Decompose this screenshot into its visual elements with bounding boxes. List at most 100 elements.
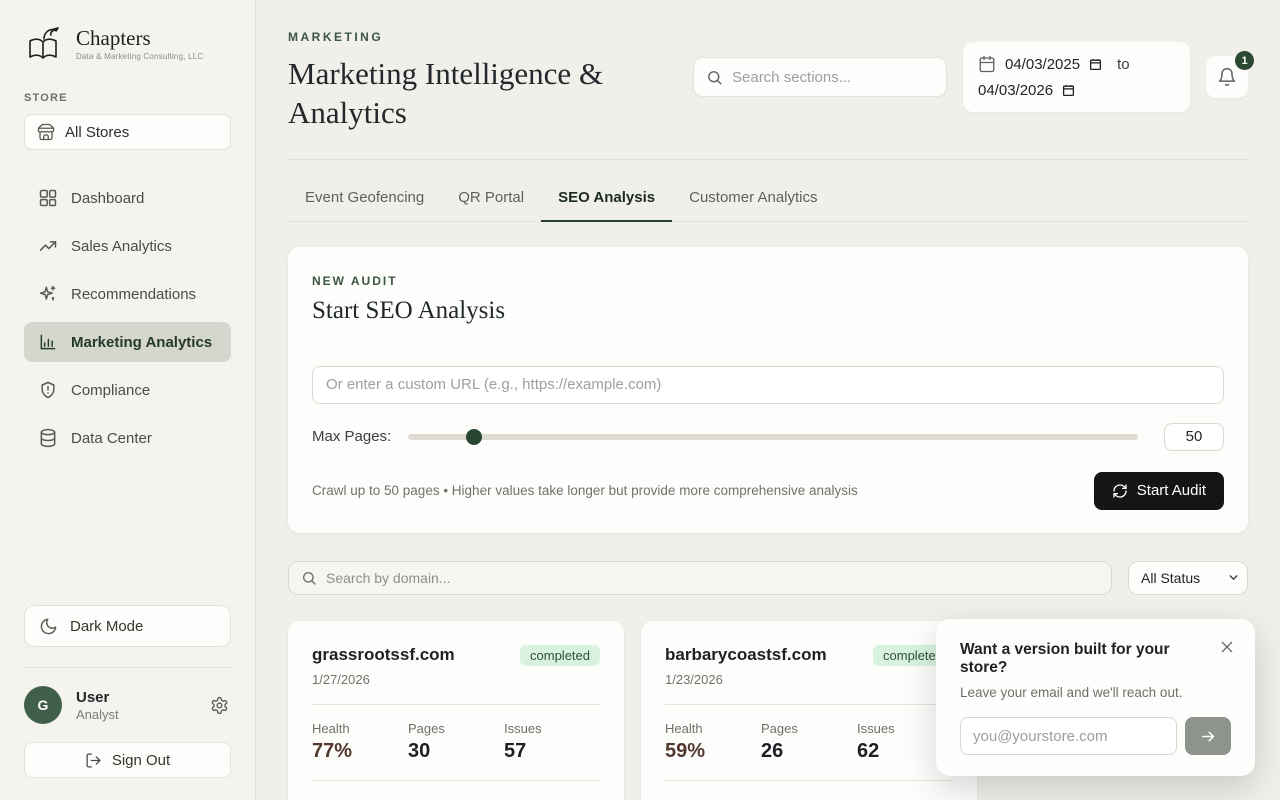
store-selector-label: All Stores <box>65 124 129 141</box>
settings-button[interactable] <box>208 694 231 717</box>
store-selector-button[interactable]: All Stores <box>24 114 231 150</box>
trending-up-icon <box>38 236 58 256</box>
date-range-picker: 04/03/2025 to 04/03/2026 <box>963 42 1190 112</box>
health-value: 59% <box>665 740 761 763</box>
user-row: G User Analyst <box>24 686 231 724</box>
notification-badge: 1 <box>1235 51 1254 70</box>
card-divider <box>665 780 953 781</box>
sidebar: Chapters Data & Marketing Consulting, LL… <box>0 0 256 800</box>
dark-mode-toggle[interactable]: Dark Mode <box>24 605 231 647</box>
gear-icon <box>210 696 229 715</box>
search-icon <box>706 69 723 86</box>
brand: Chapters Data & Marketing Consulting, LL… <box>24 24 231 64</box>
brand-name: Chapters <box>76 27 203 50</box>
tab-event-geofencing[interactable]: Event Geofencing <box>288 179 441 222</box>
sidebar-item-label: Sales Analytics <box>71 238 172 255</box>
moon-icon <box>39 617 58 636</box>
domain-search-input[interactable] <box>326 570 1099 586</box>
start-audit-label: Start Audit <box>1137 482 1206 499</box>
status-badge: completed <box>520 645 600 666</box>
max-pages-label: Max Pages: <box>312 428 408 445</box>
store-icon <box>37 123 55 141</box>
audit-result-card[interactable]: barbarycoastsf.com completed 1/23/2026 H… <box>641 621 977 800</box>
sidebar-item-data-center[interactable]: Data Center <box>24 418 231 458</box>
user-role: Analyst <box>76 707 194 722</box>
stat-label: Issues <box>504 721 600 736</box>
popup-submit-button[interactable] <box>1185 717 1231 755</box>
sidebar-item-recommendations[interactable]: Recommendations <box>24 274 231 314</box>
audit-date: 1/23/2026 <box>665 672 953 687</box>
shield-alert-icon <box>38 380 58 400</box>
search-icon <box>301 570 317 586</box>
sidebar-item-compliance[interactable]: Compliance <box>24 370 231 410</box>
sidebar-item-label: Dashboard <box>71 190 144 207</box>
card-divider <box>665 704 953 705</box>
sidebar-item-label: Recommendations <box>71 286 196 303</box>
sign-out-label: Sign Out <box>112 752 170 769</box>
popup-description: Leave your email and we'll reach out. <box>960 685 1231 700</box>
date-picker-icon[interactable] <box>1062 84 1075 97</box>
audit-result-card[interactable]: grassrootssf.com completed 1/27/2026 Hea… <box>288 621 624 800</box>
user-name: User <box>76 689 194 706</box>
custom-url-input[interactable] <box>312 366 1224 404</box>
database-icon <box>38 428 58 448</box>
stat-label: Health <box>312 721 408 736</box>
tab-qr-portal[interactable]: QR Portal <box>441 179 541 222</box>
date-from-input[interactable]: 04/03/2025 <box>1005 56 1080 73</box>
popup-title: Want a version built for your store? <box>960 641 1211 678</box>
tab-bar: Event Geofencing QR Portal SEO Analysis … <box>288 179 1248 222</box>
pages-value: 30 <box>408 740 504 763</box>
max-pages-slider[interactable] <box>408 429 1138 445</box>
app-window: Chapters Data & Marketing Consulting, LL… <box>0 0 1280 800</box>
card-divider <box>312 780 600 781</box>
stat-label: Pages <box>761 721 857 736</box>
sidebar-item-dashboard[interactable]: Dashboard <box>24 178 231 218</box>
stat-label: Health <box>665 721 761 736</box>
tab-customer-analytics[interactable]: Customer Analytics <box>672 179 834 222</box>
new-audit-card: NEW AUDIT Start SEO Analysis Max Pages: … <box>288 247 1248 533</box>
dark-mode-label: Dark Mode <box>70 618 143 635</box>
close-icon <box>1219 639 1235 655</box>
avatar: G <box>24 686 62 724</box>
popup-close-button[interactable] <box>1219 639 1235 655</box>
slider-thumb[interactable] <box>466 429 482 445</box>
max-pages-value-input[interactable] <box>1164 423 1224 451</box>
sections-search-input[interactable] <box>732 69 934 86</box>
book-logo-icon <box>24 24 64 64</box>
calendar-icon <box>978 55 996 73</box>
bell-icon <box>1217 67 1237 87</box>
sidebar-item-sales-analytics[interactable]: Sales Analytics <box>24 226 231 266</box>
tab-seo-analysis[interactable]: SEO Analysis <box>541 179 672 222</box>
health-value: 77% <box>312 740 408 763</box>
notifications-button[interactable]: 1 <box>1206 56 1248 98</box>
dashboard-grid-icon <box>38 188 58 208</box>
crawl-hint-text: Crawl up to 50 pages • Higher values tak… <box>312 483 858 498</box>
sections-search[interactable] <box>693 57 947 97</box>
card-divider <box>312 704 600 705</box>
audit-filter-row: All Status <box>288 561 1248 595</box>
header-divider <box>288 159 1248 160</box>
sidebar-item-marketing-analytics[interactable]: Marketing Analytics <box>24 322 231 362</box>
sign-out-button[interactable]: Sign Out <box>24 742 231 778</box>
date-picker-icon[interactable] <box>1089 58 1102 71</box>
sidebar-item-label: Compliance <box>71 382 150 399</box>
page-header: MARKETING Marketing Intelligence & Analy… <box>288 30 1248 133</box>
stat-label: Pages <box>408 721 504 736</box>
date-separator: to <box>1117 56 1130 73</box>
start-audit-button[interactable]: Start Audit <box>1094 472 1224 510</box>
domain-search[interactable] <box>288 561 1112 595</box>
slider-track <box>408 434 1138 440</box>
email-capture-popup: Want a version built for your store? Lea… <box>936 619 1255 776</box>
issues-value: 57 <box>504 740 600 763</box>
arrow-right-icon <box>1200 728 1217 745</box>
sidebar-nav: Dashboard Sales Analytics Recommendation… <box>24 178 231 458</box>
pages-value: 26 <box>761 740 857 763</box>
status-filter-select[interactable]: All Status <box>1128 561 1248 595</box>
audit-domain: grassrootssf.com <box>312 645 455 665</box>
audit-date: 1/27/2026 <box>312 672 600 687</box>
date-to-input[interactable]: 04/03/2026 <box>978 82 1053 99</box>
log-out-icon <box>85 752 102 769</box>
popup-email-input[interactable] <box>960 717 1177 755</box>
sidebar-item-label: Marketing Analytics <box>71 334 212 351</box>
sparkles-icon <box>38 284 58 304</box>
